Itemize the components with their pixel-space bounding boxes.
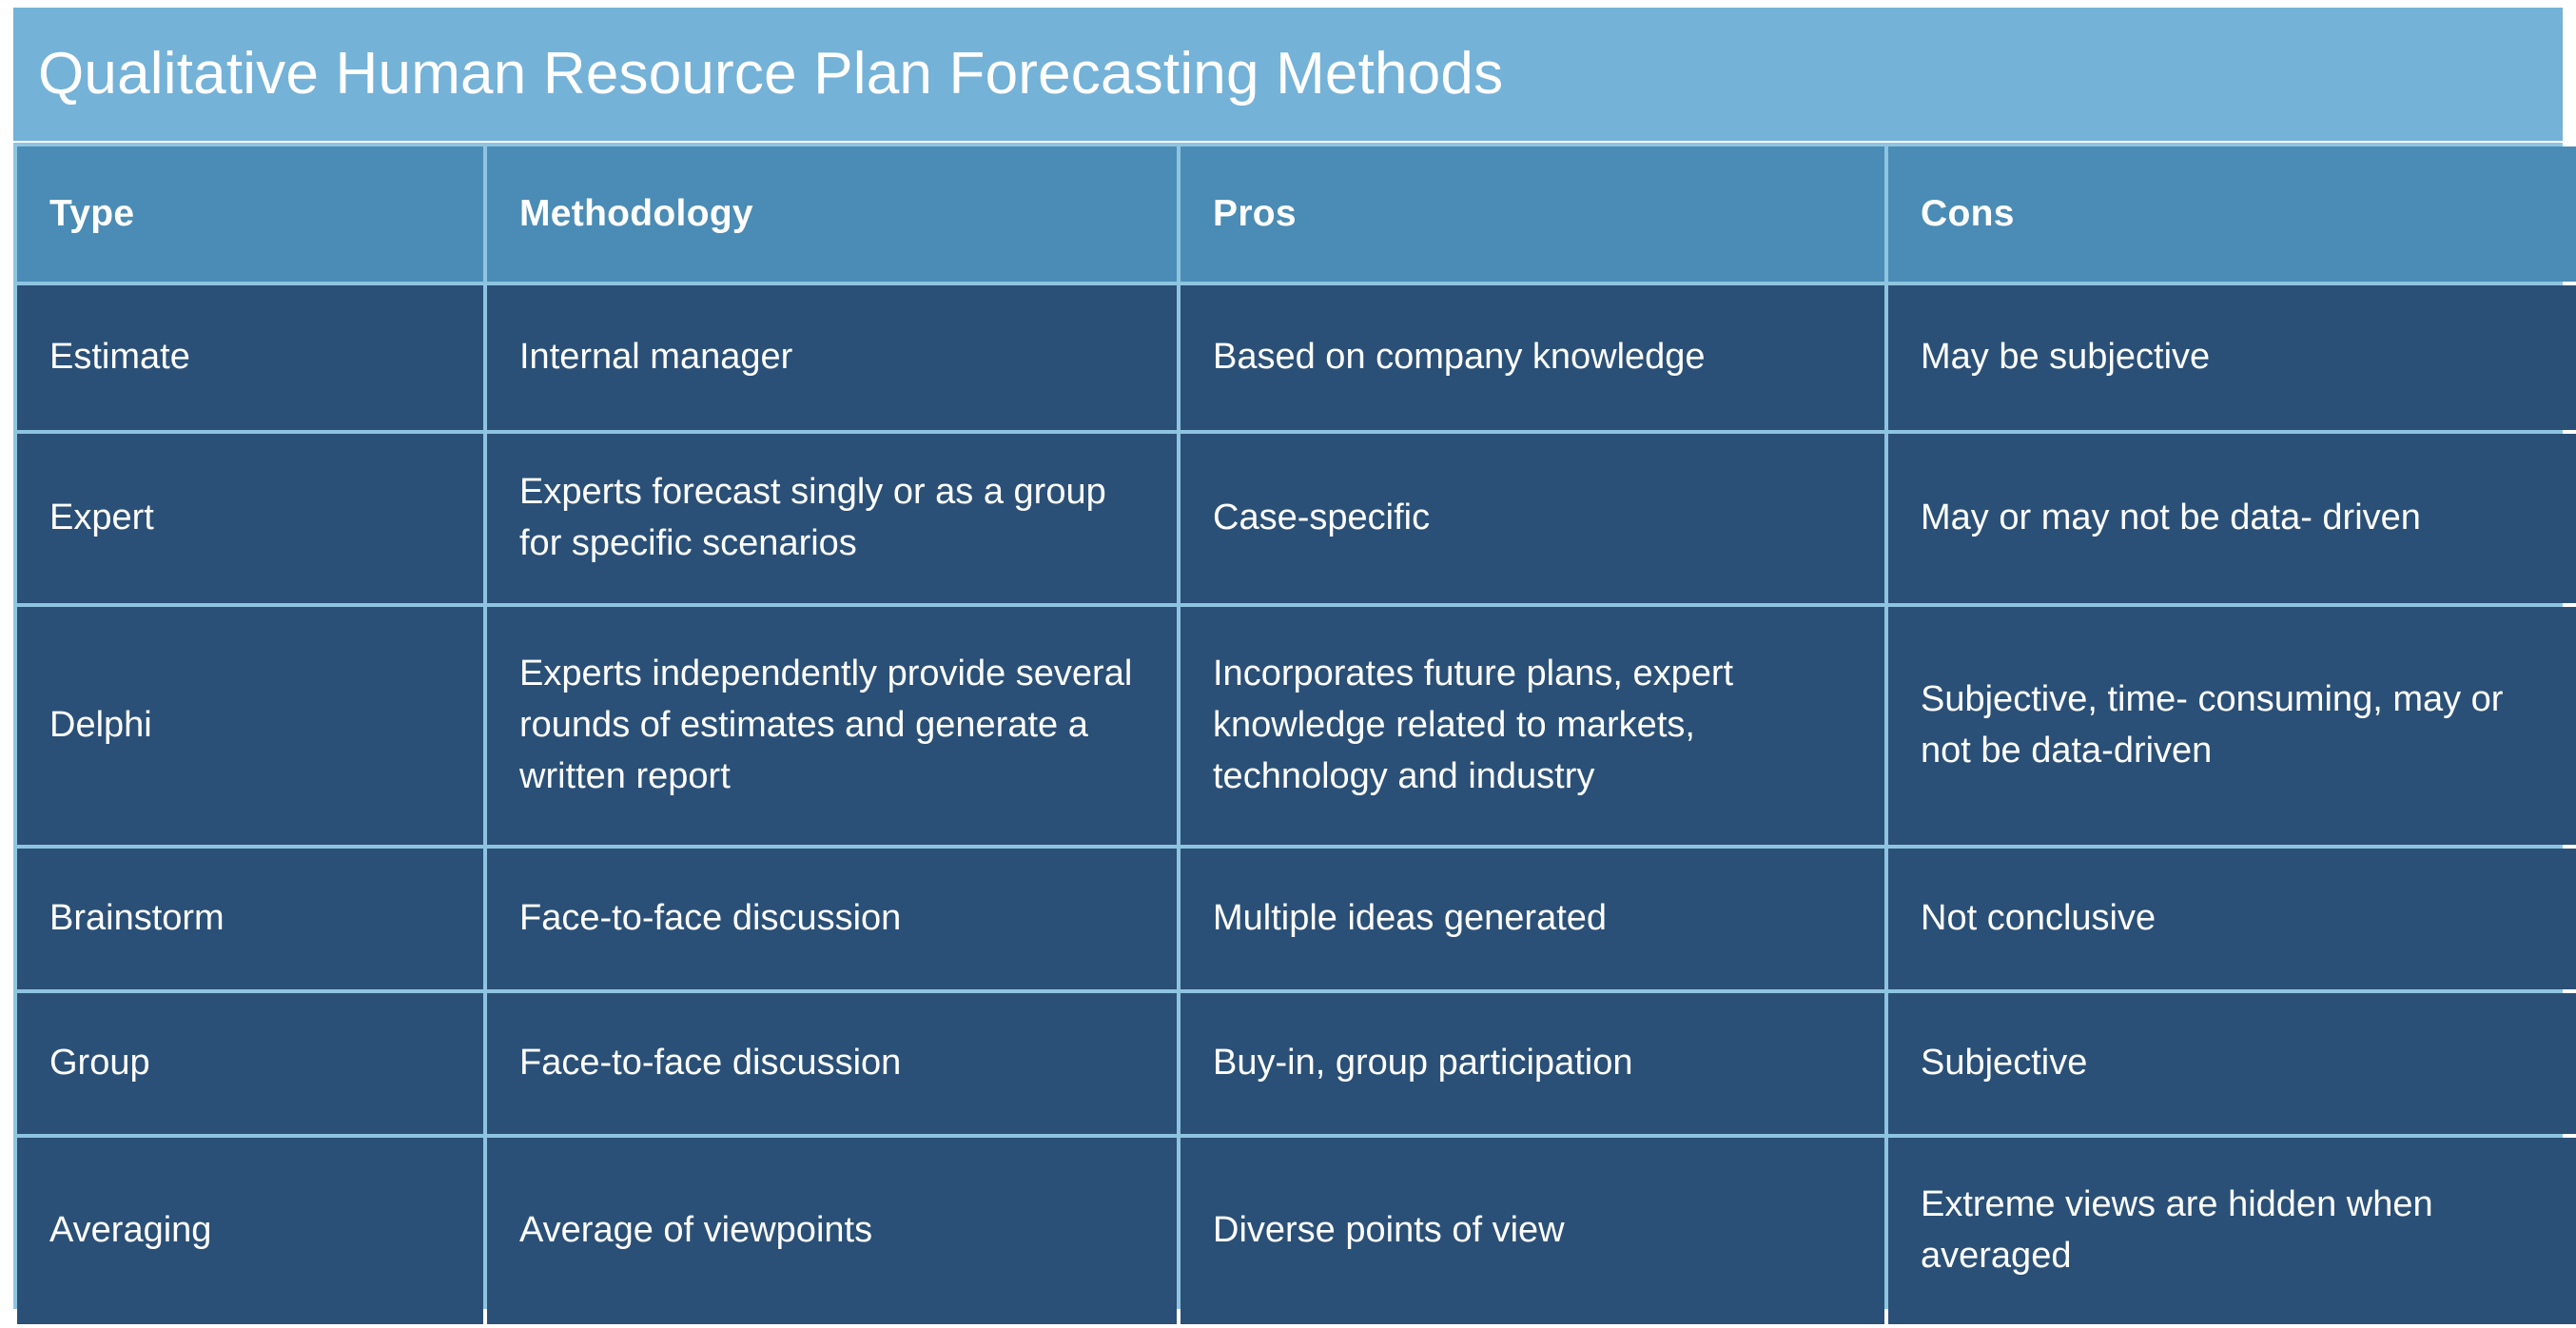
cell-cons: Not conclusive <box>1888 849 2576 989</box>
cell-methodology: Face-to-face discussion <box>487 849 1177 989</box>
cell-methodology: Average of viewpoints <box>487 1138 1177 1324</box>
cell-type: Delphi <box>17 607 483 845</box>
table-row: Delphi Experts independently provide sev… <box>17 607 2576 845</box>
cell-type: Averaging <box>17 1138 483 1324</box>
column-header-methodology: Methodology <box>487 146 1177 282</box>
cell-type: Estimate <box>17 285 483 430</box>
table-row: Brainstorm Face-to-face discussion Multi… <box>17 849 2576 989</box>
table-row: Averaging Average of viewpoints Diverse … <box>17 1138 2576 1324</box>
column-header-cons: Cons <box>1888 146 2576 282</box>
table-row: Group Face-to-face discussion Buy-in, gr… <box>17 993 2576 1134</box>
column-header-pros: Pros <box>1181 146 1884 282</box>
table-header: Type Methodology Pros Cons <box>17 146 2576 282</box>
column-header-type: Type <box>17 146 483 282</box>
cell-pros: Case-specific <box>1181 434 1884 603</box>
table-body: Estimate Internal manager Based on compa… <box>17 285 2576 1324</box>
cell-type: Group <box>17 993 483 1134</box>
page-title: Qualitative Human Resource Plan Forecast… <box>38 41 1504 107</box>
table-row: Estimate Internal manager Based on compa… <box>17 285 2576 430</box>
cell-cons: May or may not be data- driven <box>1888 434 2576 603</box>
cell-type: Brainstorm <box>17 849 483 989</box>
forecasting-methods-table: Type Methodology Pros Cons Estimate Inte… <box>13 143 2576 1324</box>
cell-pros: Multiple ideas generated <box>1181 849 1884 989</box>
cell-methodology: Internal manager <box>487 285 1177 430</box>
cell-cons: Subjective, time- consuming, may or not … <box>1888 607 2576 845</box>
slide-canvas: Qualitative Human Resource Plan Forecast… <box>0 0 2576 1324</box>
table-header-row: Type Methodology Pros Cons <box>17 146 2576 282</box>
cell-methodology: Experts forecast singly or as a group fo… <box>487 434 1177 603</box>
cell-type: Expert <box>17 434 483 603</box>
cell-cons: Extreme views are hidden when averaged <box>1888 1138 2576 1324</box>
table-row: Expert Experts forecast singly or as a g… <box>17 434 2576 603</box>
cell-methodology: Face-to-face discussion <box>487 993 1177 1134</box>
cell-cons: May be subjective <box>1888 285 2576 430</box>
title-banner: Qualitative Human Resource Plan Forecast… <box>13 8 2563 141</box>
cell-methodology: Experts independently provide several ro… <box>487 607 1177 845</box>
cell-pros: Buy-in, group participation <box>1181 993 1884 1134</box>
comparison-table: Type Methodology Pros Cons Estimate Inte… <box>13 143 2576 1328</box>
cell-pros: Diverse points of view <box>1181 1138 1884 1324</box>
cell-cons: Subjective <box>1888 993 2576 1134</box>
cell-pros: Incorporates future plans, expert knowle… <box>1181 607 1884 845</box>
cell-pros: Based on company knowledge <box>1181 285 1884 430</box>
